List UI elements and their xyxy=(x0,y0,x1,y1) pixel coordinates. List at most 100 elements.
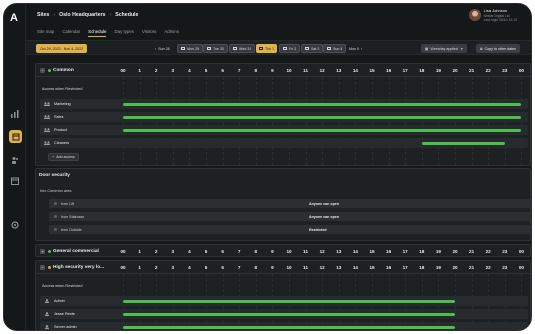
row-label: Admin xyxy=(54,299,65,303)
access-row-jesse-reste[interactable]: Jesse Reste xyxy=(40,309,528,319)
access-bar[interactable] xyxy=(421,141,505,145)
door-row-lift[interactable]: from Lift Anyone can open xyxy=(49,199,531,208)
schedule-toolbar: Oct 29, 2022 - Nov 4, 2022 ‹ Sun 28 Mon 2… xyxy=(26,40,531,55)
hour-label: 7 xyxy=(237,249,241,254)
hour-label: 6 xyxy=(221,265,224,270)
day-sat-3[interactable]: Sat 3 xyxy=(301,44,324,53)
calendar-icon[interactable] xyxy=(9,176,21,186)
hour-label: 19 xyxy=(435,265,441,270)
hour-label: 1 xyxy=(138,249,141,254)
access-row-cleaners[interactable]: Cleaners xyxy=(40,138,528,148)
access-row-product[interactable]: Product xyxy=(40,125,528,135)
access-row-sales[interactable]: Sales xyxy=(40,112,528,122)
users-icon[interactable] xyxy=(9,155,21,165)
hour-label: 19 xyxy=(435,68,441,73)
access-row-marketing[interactable]: Marketing xyxy=(40,99,528,109)
hour-label: 22 xyxy=(485,265,491,270)
group-icon xyxy=(44,141,50,145)
hour-label: 20 xyxy=(452,265,458,270)
user-info: Lisa Johnson Nektar Digital Ltd Last log… xyxy=(484,8,517,22)
tab-site-map[interactable]: Site map xyxy=(37,29,54,37)
collapse-icon[interactable]: − xyxy=(40,67,45,73)
door-access-value: Anyone can open xyxy=(309,201,339,206)
copy-to-other-dates-button[interactable]: ⧉ Copy to other dates xyxy=(476,44,520,53)
access-bar[interactable] xyxy=(123,115,522,119)
person-icon xyxy=(45,312,49,316)
door-row-staircase[interactable]: from Staircase Anyone can open xyxy=(49,212,531,221)
tab-admins[interactable]: Admins xyxy=(164,29,179,37)
group-header-general[interactable]: + General commercial 00 1 2 3 4 5 6 7 8 9 10 11 12 13… xyxy=(36,245,530,258)
tab-schedule[interactable]: Schedule xyxy=(88,29,107,37)
hour-label: 8 xyxy=(254,265,258,270)
access-row-server-admin[interactable]: Server admin xyxy=(40,322,528,330)
hour-label: 18 xyxy=(419,265,425,270)
hour-label: 5 xyxy=(204,249,208,254)
row-label: Jesse Reste xyxy=(54,312,75,316)
day-icon xyxy=(259,47,263,50)
access-bar[interactable] xyxy=(123,102,522,106)
hours-header: 00 1 2 3 4 5 6 7 8 9 10 11 12 13 14 15 16 17 18 19 20 21 22 23 0… xyxy=(120,64,530,77)
weekday-applied-select[interactable]: ▦ Weekday applied ▾ xyxy=(421,44,467,53)
access-bar[interactable] xyxy=(123,299,455,303)
status-dot xyxy=(48,265,51,269)
hour-label: 8 xyxy=(254,68,258,73)
collapse-icon[interactable]: − xyxy=(40,264,45,270)
settings-icon[interactable] xyxy=(9,220,21,230)
door-row-outside[interactable]: from Outside Restricted xyxy=(49,225,531,234)
access-row-admin[interactable]: Admin xyxy=(40,296,528,306)
day-sun-28[interactable]: ‹ Sun 28 xyxy=(152,44,173,53)
tab-calendar[interactable]: Calendar xyxy=(62,29,80,37)
day-tue-30[interactable]: Tue 30 xyxy=(203,44,229,53)
app-logo[interactable]: A xyxy=(10,12,18,24)
into-common-area-label: Into Common area xyxy=(40,189,72,193)
access-bar[interactable] xyxy=(123,312,455,316)
group-name: Common xyxy=(53,67,74,73)
hour-label: 13 xyxy=(336,249,342,254)
door-security-title: Door security xyxy=(39,173,70,178)
day-wed-31[interactable]: Wed 31 xyxy=(229,44,256,53)
hour-label: 1 xyxy=(138,265,141,270)
day-icon xyxy=(233,47,237,50)
day-icon xyxy=(305,47,309,50)
chart-icon[interactable] xyxy=(9,109,21,119)
access-bar[interactable] xyxy=(123,325,455,329)
group-icon xyxy=(44,115,50,119)
hour-label: 14 xyxy=(352,68,358,73)
day-fri-2[interactable]: Fri 2 xyxy=(279,44,301,53)
hour-label: 23 xyxy=(502,68,508,73)
tab-visitors[interactable]: Visitors xyxy=(142,29,156,37)
day-mon-29[interactable]: Mon 29 xyxy=(177,44,203,53)
day-sun-4[interactable]: Sun 4 xyxy=(323,44,347,53)
day-thu-1[interactable]: Thu 1 xyxy=(256,44,278,53)
hour-label: 21 xyxy=(469,265,475,270)
group-header-common[interactable]: − Common 00 1 2 3 4 5 6 7 8 9 10 11 12 13 14 15 16 17 18 19… xyxy=(36,64,530,77)
breadcrumb-sites[interactable]: Sites xyxy=(37,12,49,18)
date-range-button[interactable]: Oct 29, 2022 - Nov 4, 2022 xyxy=(36,44,88,53)
day-mon-5[interactable]: Mon 5 › xyxy=(346,44,365,53)
hour-label: 14 xyxy=(352,265,358,270)
group-header-high-security[interactable]: − High security very lo... 00 1 2 3 4 5 6 7 8 9 10… xyxy=(36,261,530,274)
day-icon xyxy=(283,47,287,50)
hour-label: 3 xyxy=(171,249,175,254)
group-name: General commercial xyxy=(53,249,99,254)
hour-label: 9 xyxy=(271,265,274,270)
access-bar[interactable] xyxy=(123,128,522,132)
hours-header: 00 1 2 3 4 5 6 7 8 9 10 11 12 13 14 15 16 17 18 19 20 21 22 23 0… xyxy=(120,245,530,258)
add-access-button[interactable]: + Add access xyxy=(48,153,79,161)
calendar-small-icon: ▦ xyxy=(425,46,429,51)
user-menu[interactable]: Lisa Johnson Nektar Digital Ltd Last log… xyxy=(468,8,517,22)
access-restricted-label: Access when Restricted xyxy=(42,87,83,91)
hour-label: 10 xyxy=(286,68,292,73)
breadcrumb-location[interactable]: Oslo Headquarters xyxy=(59,12,105,18)
hour-label: 12 xyxy=(319,249,325,254)
schedule-icon[interactable] xyxy=(9,130,22,143)
expand-icon[interactable]: + xyxy=(40,249,45,254)
hour-label: 2 xyxy=(154,68,158,73)
day-icon xyxy=(207,47,211,50)
status-dot xyxy=(48,68,51,72)
chevron-down-icon: ▾ xyxy=(460,46,463,51)
avatar[interactable] xyxy=(468,9,481,22)
hour-label: 13 xyxy=(336,68,342,73)
tab-day-types[interactable]: Day types xyxy=(114,29,134,37)
schedule-content: − Common 00 1 2 3 4 5 6 7 8 9 10 11 12 13 14 15 16 17 18 19… xyxy=(26,55,531,330)
